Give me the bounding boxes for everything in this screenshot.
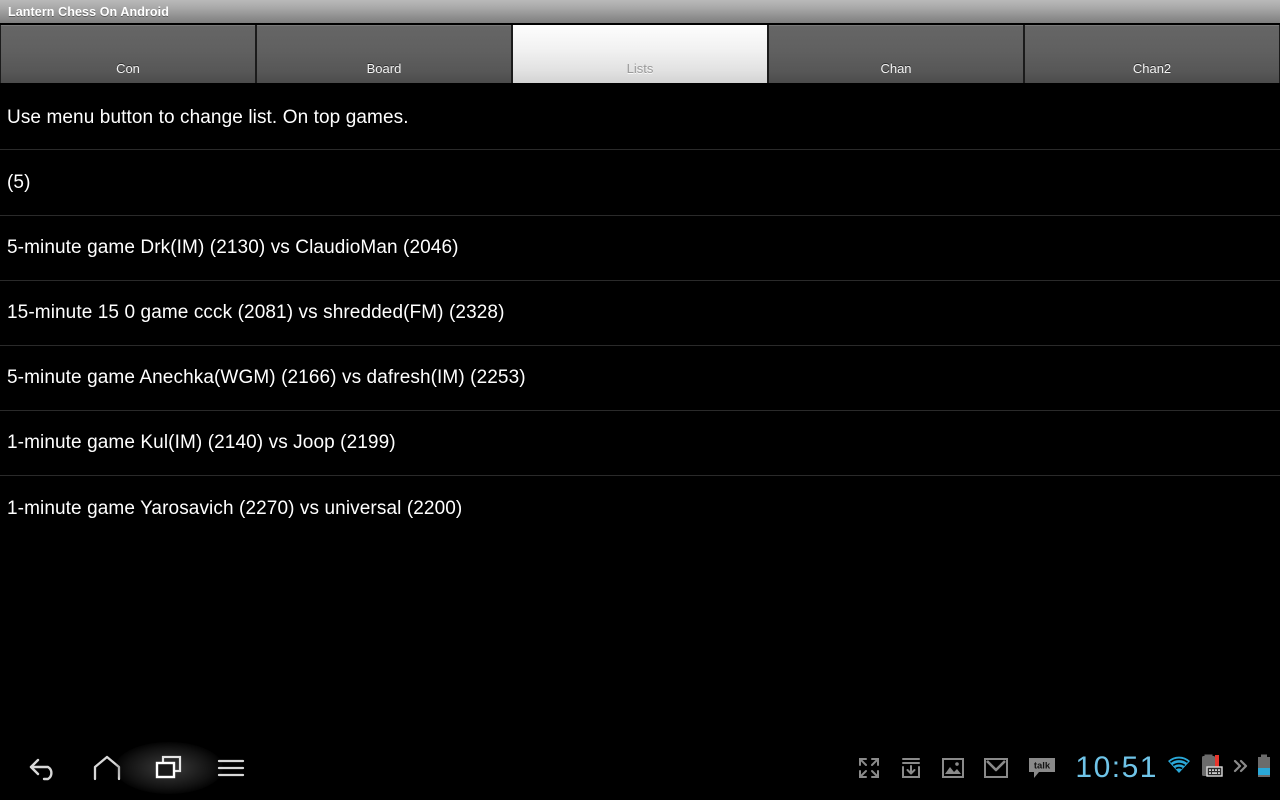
wifi-icon [1168,756,1190,773]
games-list[interactable]: Use menu button to change list. On top g… [0,86,1280,736]
navigation-buttons [0,743,262,793]
list-item[interactable]: 1-minute game Yarosavich (2270) vs unive… [0,476,1280,541]
status-clock[interactable]: 10:51 [1061,753,1166,783]
tab-lists[interactable]: Lists [512,25,768,83]
tab-chan2[interactable]: Chan2 [1024,25,1280,83]
list-count-row: (5) [0,150,1280,216]
tab-label: Chan2 [1132,61,1172,76]
list-count-text: (5) [7,171,31,193]
list-instruction-row: Use menu button to change list. On top g… [0,86,1280,150]
tab-label: Lists [626,61,654,76]
list-item[interactable]: 5-minute game Drk(IM) (2130) vs ClaudioM… [0,216,1280,281]
keyboard-alert-status[interactable] [1198,754,1226,783]
tab-con[interactable]: Con [0,25,256,83]
gallery-icon [942,758,965,778]
download-notification[interactable] [899,756,923,780]
list-instruction-text: Use menu button to change list. On top g… [7,106,409,128]
system-navigation-bar: talk 10:51 [0,736,1280,800]
wifi-status[interactable] [1166,755,1192,782]
tab-board[interactable]: Board [256,25,512,83]
status-icons[interactable] [1166,754,1280,783]
tab-bar: Con Board Lists Chan Chan2 [0,23,1280,86]
battery-icon [1258,754,1270,777]
title-bar: Lantern Chess On Android [0,0,1280,23]
android-tablet-screen: Lantern Chess On Android Con Board Lists… [0,0,1280,800]
list-item-label: 5-minute game Drk(IM) (2130) vs ClaudioM… [7,237,459,258]
svg-text:talk: talk [1034,761,1051,772]
back-button[interactable] [14,743,76,793]
fullscreen-icon [859,758,880,778]
fullscreen-button[interactable] [857,756,881,780]
tab-label: Con [116,61,140,76]
talk-notification[interactable]: talk [1027,756,1057,780]
menu-icon [217,759,245,777]
tab-chan[interactable]: Chan [768,25,1024,83]
keyboard-alert-icon [1202,754,1223,777]
menu-button[interactable] [200,743,262,793]
gmail-notification[interactable] [983,757,1009,779]
back-icon [29,758,53,781]
list-item[interactable]: 15-minute 15 0 game ccck (2081) vs shred… [0,281,1280,346]
tab-label: Chan [880,61,912,76]
more-status[interactable] [1232,756,1250,781]
battery-status[interactable] [1256,754,1272,783]
list-item-label: 1-minute game Yarosavich (2270) vs unive… [7,497,463,519]
gmail-icon [984,758,1009,778]
tab-label: Board [366,61,402,76]
talk-icon: talk [1029,758,1056,778]
recents-icon [155,755,182,779]
list-item[interactable]: 5-minute game Anechka(WGM) (2166) vs daf… [0,346,1280,411]
list-item-label: 5-minute game Anechka(WGM) (2166) vs daf… [7,367,526,388]
list-item-label: 1-minute game Kul(IM) (2140) vs Joop (21… [7,432,396,453]
notification-icons[interactable]: talk [857,756,1061,780]
download-icon [902,758,921,778]
app-title: Lantern Chess On Android [8,4,169,19]
more-icon [1233,759,1248,772]
list-item-label: 15-minute 15 0 game ccck (2081) vs shred… [7,302,505,323]
recents-button[interactable] [138,743,200,793]
gallery-notification[interactable] [941,757,965,779]
list-item[interactable]: 1-minute game Kul(IM) (2140) vs Joop (21… [0,411,1280,476]
